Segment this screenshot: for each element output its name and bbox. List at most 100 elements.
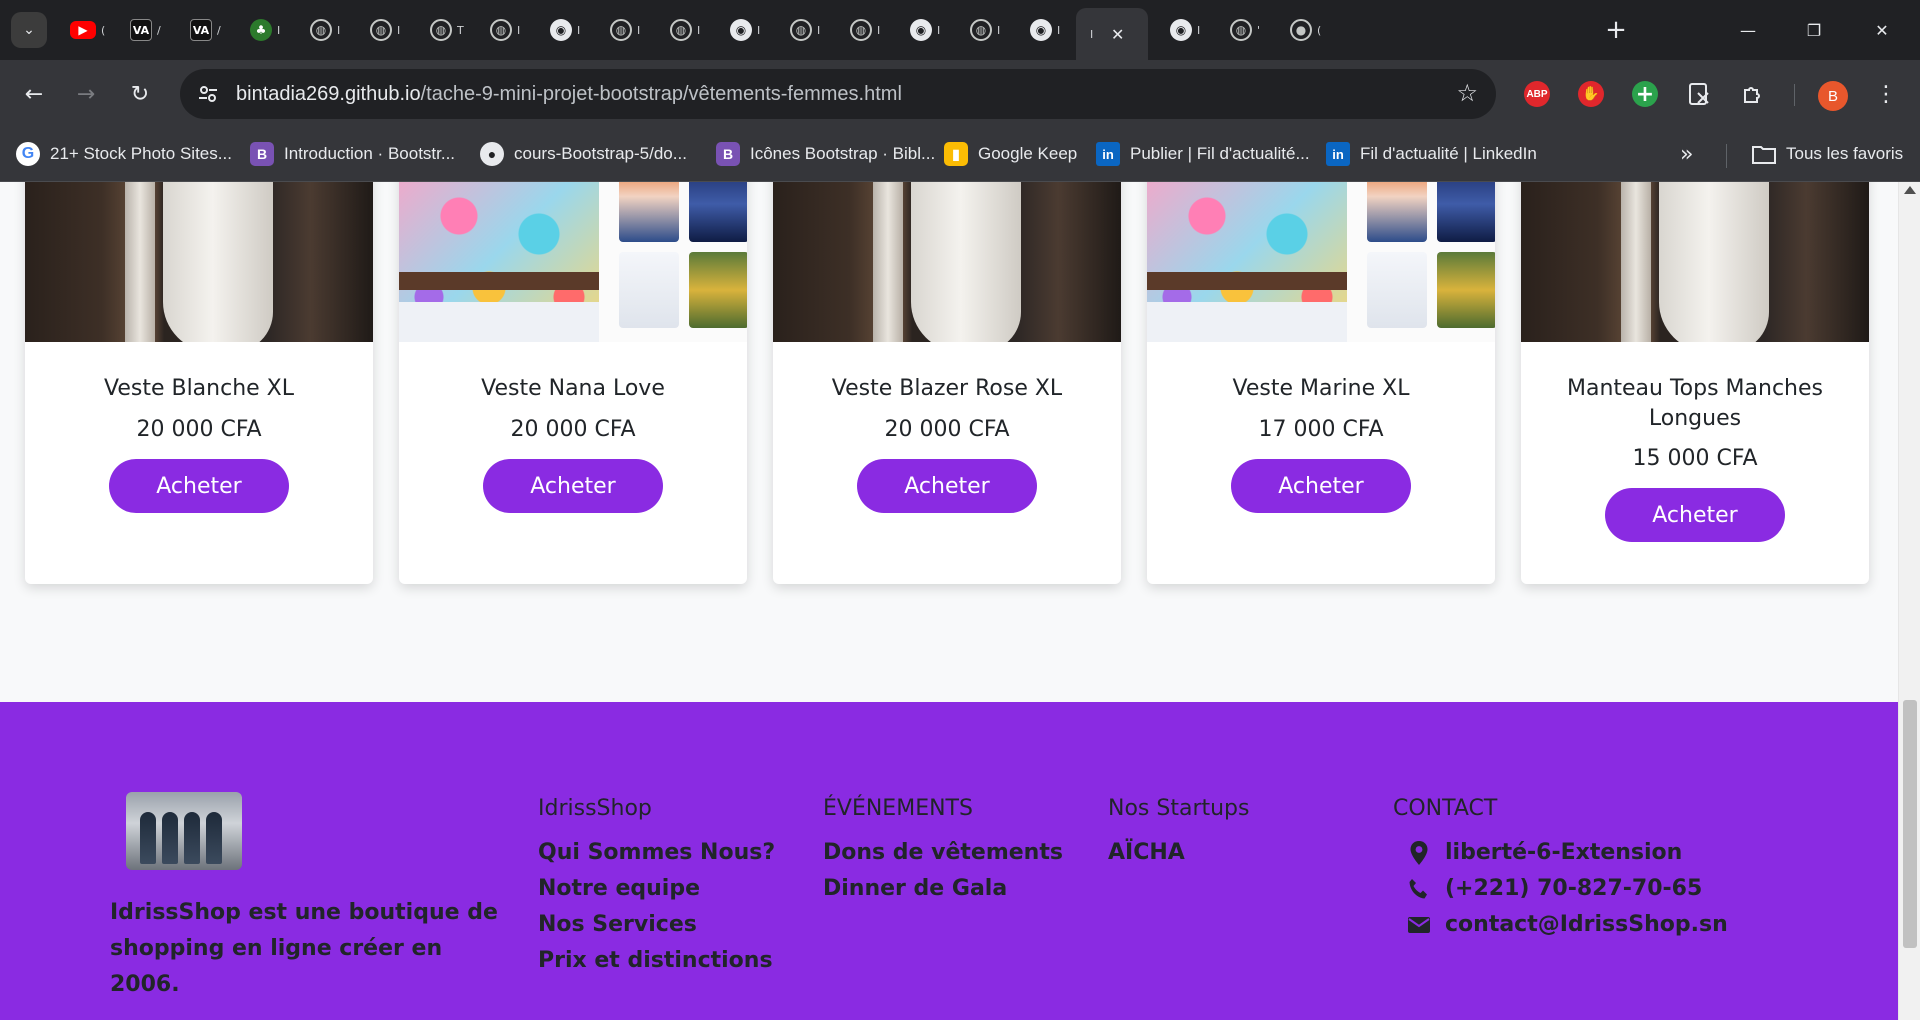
globe-icon: ◍: [670, 19, 692, 41]
arrow-right-icon: →: [76, 81, 96, 107]
site-info-button[interactable]: [188, 74, 228, 114]
url-text[interactable]: bintadia269.github.io/tache-9-mini-proje…: [236, 83, 902, 106]
excel-extension[interactable]: [1682, 77, 1716, 111]
contact-phone: (+221) 70-827-70-65: [1393, 871, 1728, 907]
globe-icon: ◍: [970, 19, 992, 41]
buy-button[interactable]: Acheter: [857, 459, 1037, 513]
tab-title: (: [101, 23, 106, 37]
buy-button[interactable]: Acheter: [483, 459, 663, 513]
browser-toolbar: ← → ↻ bintadia269.github.io/tache-9-mini…: [0, 60, 1920, 128]
tab-search-button[interactable]: ⌄: [11, 12, 47, 48]
reload-button[interactable]: ↻: [120, 74, 160, 114]
more-bookmarks-button[interactable]: »: [1680, 142, 1693, 167]
footer-link-gala[interactable]: Dinner de Gala: [823, 871, 1063, 907]
url-host: bintadia269.github.io: [236, 82, 421, 105]
abp-icon: ABP: [1524, 81, 1550, 107]
bookmark-label: Icônes Bootstrap · Bibl...: [750, 144, 936, 163]
address-bar[interactable]: bintadia269.github.io/tache-9-mini-proje…: [180, 69, 1496, 119]
buy-button[interactable]: Acheter: [1231, 459, 1411, 513]
extensions-button[interactable]: [1736, 77, 1770, 111]
puzzle-icon: [1744, 87, 1760, 103]
footer-link-aicha[interactable]: AÏCHA: [1108, 835, 1250, 871]
hand-icon: ✋: [1578, 81, 1604, 107]
new-tab-button[interactable]: +: [1600, 14, 1632, 46]
tab-title: (: [1317, 23, 1322, 37]
tab-title: T: [457, 23, 464, 37]
product-price: 15 000 CFA: [1632, 446, 1758, 471]
globe-icon: ◍: [1230, 19, 1252, 41]
tab-title: I: [937, 23, 941, 37]
close-tab-icon[interactable]: ✕: [1111, 25, 1124, 44]
product-card: Manteau Tops Manches Longues 15 000 CFA Ac…: [1521, 182, 1869, 584]
email-text[interactable]: contact@IdrissShop.sn: [1445, 907, 1728, 943]
bookmark-item[interactable]: in Fil d'actualité | LinkedIn: [1326, 138, 1537, 170]
tab-title: ': [1257, 23, 1261, 37]
github-icon: ●: [480, 142, 504, 166]
browser-tab-active[interactable]: I ✕: [1076, 8, 1148, 60]
bookmark-star-button[interactable]: ☆: [1456, 79, 1478, 107]
scroll-up-arrow[interactable]: [1904, 186, 1916, 194]
forward-button[interactable]: →: [66, 74, 106, 114]
globe-icon: ◍: [610, 19, 632, 41]
bookmark-item[interactable]: ▮ Google Keep: [944, 138, 1077, 170]
va-icon: VA: [130, 19, 152, 41]
contact-address: liberté-6-Extension: [1393, 835, 1728, 871]
bookmarks-bar: G 21+ Stock Photo Sites... B Introduction ·…: [0, 128, 1920, 182]
phone-text[interactable]: (+221) 70-827-70-65: [1445, 871, 1702, 907]
all-bookmarks-button[interactable]: Tous les favoris: [1752, 138, 1903, 170]
google-icon: G: [16, 142, 40, 166]
profile-avatar[interactable]: B: [1818, 81, 1848, 111]
minimize-button[interactable]: —: [1728, 14, 1768, 46]
product-name: Veste Marine XL: [1232, 376, 1410, 401]
bookmark-item[interactable]: ● cours-Bootstrap-5/do...: [480, 138, 687, 170]
github-icon: ◉: [1170, 19, 1192, 41]
sm-icon: ♣: [250, 19, 272, 41]
keep-icon: ▮: [944, 142, 968, 166]
page-scrollbar[interactable]: [1898, 182, 1920, 1020]
footer-link-team[interactable]: Notre equipe: [538, 871, 775, 907]
va-icon: VA: [190, 19, 212, 41]
bookmark-item[interactable]: in Publier | Fil d'actualité...: [1096, 138, 1310, 170]
footer-link-services[interactable]: Nos Services: [538, 907, 775, 943]
bookmark-item[interactable]: G 21+ Stock Photo Sites...: [16, 138, 232, 170]
product-name: Veste Nana Love: [481, 376, 665, 401]
product-card: Veste Marine XL 17 000 CFA Acheter: [1147, 182, 1495, 584]
hand-extension[interactable]: ✋: [1574, 77, 1608, 111]
bookmark-item[interactable]: B Introduction · Bootstr...: [250, 138, 455, 170]
reload-icon: ↻: [130, 81, 150, 107]
restore-button[interactable]: ❐: [1794, 14, 1834, 46]
footer-link-about[interactable]: Qui Sommes Nous?: [538, 835, 775, 871]
product-image: [773, 182, 1121, 342]
plus-icon: +: [1605, 15, 1627, 45]
close-window-button[interactable]: ✕: [1862, 14, 1902, 46]
url-path: /tache-9-mini-projet-bootstrap/vêtements…: [420, 82, 902, 105]
footer-heading: CONTACT: [1393, 796, 1498, 821]
globe-icon: ◍: [790, 19, 812, 41]
product-card: Veste Blazer Rose XL 20 000 CFA Acheter: [773, 182, 1121, 584]
product-price: 17 000 CFA: [1258, 417, 1384, 442]
tab-title: I: [877, 23, 881, 37]
map-pin-icon: [1405, 839, 1433, 867]
adblock-extension[interactable]: ABP: [1520, 77, 1554, 111]
globe-icon: ◍: [850, 19, 872, 41]
footer-link-awards[interactable]: Prix et distinctions: [538, 943, 775, 979]
product-name: Veste Blazer Rose XL: [831, 376, 1063, 401]
back-button[interactable]: ←: [14, 74, 54, 114]
footer-link-donations[interactable]: Dons de vêtements: [823, 835, 1063, 871]
github-icon: ◉: [1030, 19, 1052, 41]
plus-extension[interactable]: +: [1628, 77, 1662, 111]
tab-title: I: [697, 23, 701, 37]
star-icon: ☆: [1456, 79, 1478, 107]
tab-title: I: [637, 23, 641, 37]
buy-button[interactable]: Acheter: [1605, 488, 1785, 542]
plus-circle-icon: +: [1632, 81, 1658, 107]
scroll-thumb[interactable]: [1903, 700, 1917, 948]
tab-title: I: [1090, 27, 1094, 41]
browser-menu-button[interactable]: ⋮: [1872, 77, 1900, 111]
product-image: [1147, 182, 1495, 342]
minimize-icon: —: [1740, 20, 1756, 40]
buy-button[interactable]: Acheter: [109, 459, 289, 513]
bookmark-item[interactable]: B Icônes Bootstrap · Bibl...: [716, 138, 935, 170]
tab-title: I: [517, 23, 521, 37]
browser-tab[interactable]: ●(: [1276, 12, 1348, 48]
